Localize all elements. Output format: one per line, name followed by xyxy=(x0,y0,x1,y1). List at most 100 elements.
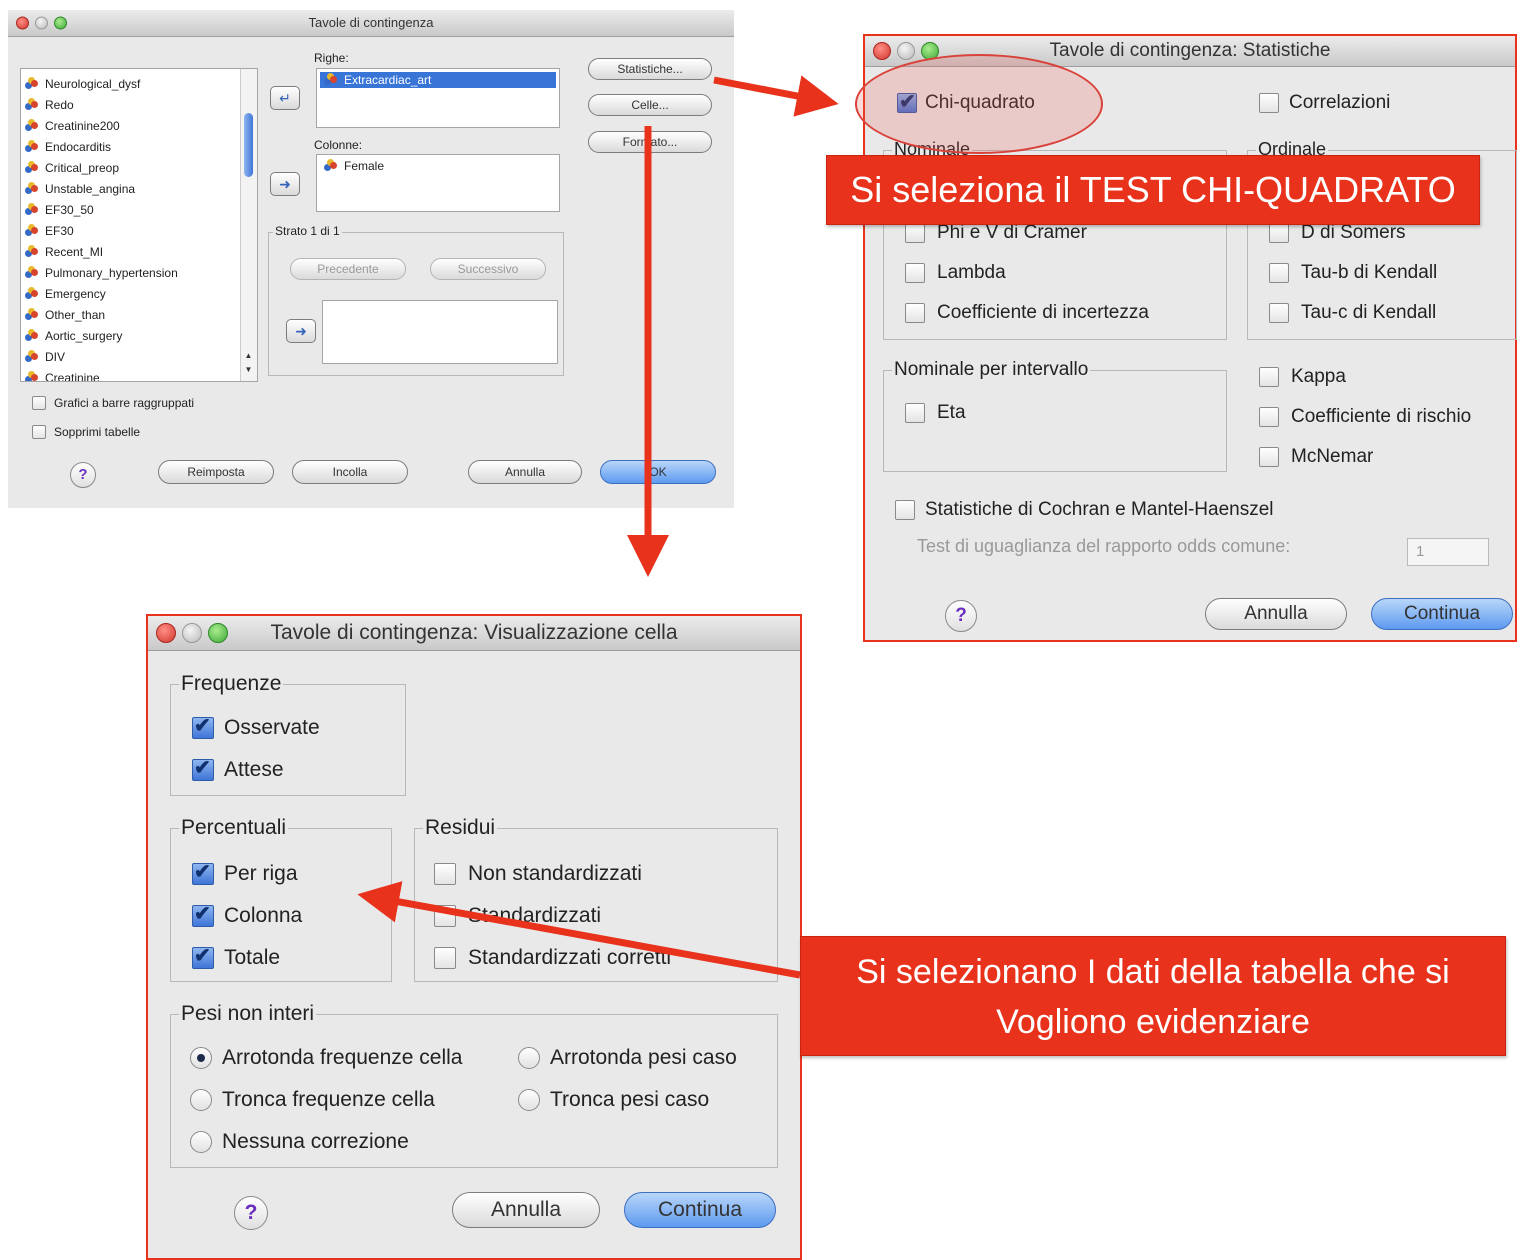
round-case-option[interactable]: Arrotonda pesi caso xyxy=(518,1046,737,1070)
round-case-radio[interactable] xyxy=(518,1047,540,1069)
mcnemar-option[interactable]: McNemar xyxy=(1259,446,1373,468)
row-pct-option[interactable]: Per riga xyxy=(192,859,298,886)
close-light-icon[interactable] xyxy=(16,16,29,30)
eta-option[interactable]: Eta xyxy=(905,402,966,424)
layer-box[interactable] xyxy=(322,300,558,364)
format-button[interactable]: Formato... xyxy=(588,131,712,153)
cancel-button[interactable]: Annulla xyxy=(468,460,582,484)
lambda-option[interactable]: Lambda xyxy=(905,262,1006,284)
adj-standardized-option[interactable]: Standardizzati corretti xyxy=(434,946,671,970)
minimize-light-icon[interactable] xyxy=(182,623,202,643)
risk-checkbox[interactable] xyxy=(1259,407,1279,427)
continue-button[interactable]: Continua xyxy=(624,1192,776,1228)
move-to-rows-button[interactable]: ↵ xyxy=(270,86,300,110)
risk-option[interactable]: Coefficiente di rischio xyxy=(1259,406,1471,428)
scroll-down-icon[interactable]: ▼ xyxy=(243,365,254,377)
variable-list-item[interactable]: Critical_preop xyxy=(25,157,239,178)
kendall-c-checkbox[interactable] xyxy=(1269,303,1289,323)
suppress-tables-option[interactable]: Sopprimi tabelle xyxy=(32,425,140,439)
unstandardized-checkbox[interactable] xyxy=(434,863,456,885)
kendall-b-checkbox[interactable] xyxy=(1269,263,1289,283)
expected-checkbox[interactable] xyxy=(192,755,214,781)
scrollbar-thumb[interactable] xyxy=(244,113,253,177)
round-cell-radio[interactable] xyxy=(190,1047,212,1069)
cancel-button[interactable]: Annulla xyxy=(1205,598,1347,630)
no-adjust-option[interactable]: Nessuna correzione xyxy=(190,1130,409,1154)
columns-box[interactable]: Female xyxy=(316,154,560,212)
cancel-button[interactable]: Annulla xyxy=(452,1192,600,1228)
somers-option[interactable]: D di Somers xyxy=(1269,222,1406,244)
variable-list-item[interactable]: Emergency xyxy=(25,283,239,304)
variable-list[interactable]: Neurological_dysf Redo Creatinine200 Endoca… xyxy=(20,68,258,382)
variable-list-item[interactable]: EF30 xyxy=(25,220,239,241)
close-light-icon[interactable] xyxy=(156,623,176,643)
zoom-light-icon[interactable] xyxy=(54,16,67,30)
statistics-button[interactable]: Statistiche... xyxy=(588,58,712,80)
phi-cramer-checkbox[interactable] xyxy=(905,223,925,243)
phi-cramer-option[interactable]: Phi e V di Cramer xyxy=(905,222,1087,244)
rows-item[interactable]: Extracardiac_art xyxy=(320,72,556,88)
columns-item[interactable]: Female xyxy=(320,158,556,174)
column-pct-checkbox[interactable] xyxy=(192,901,214,927)
reset-button[interactable]: Reimposta xyxy=(158,460,274,484)
variable-list-item[interactable]: Redo xyxy=(25,94,239,115)
truncate-case-radio[interactable] xyxy=(518,1089,540,1111)
variable-list-item[interactable]: DIV xyxy=(25,346,239,367)
variable-list-item[interactable]: Endocarditis xyxy=(25,136,239,157)
somers-checkbox[interactable] xyxy=(1269,223,1289,243)
zoom-light-icon[interactable] xyxy=(208,623,228,643)
variable-list-item[interactable]: Creatinine xyxy=(25,367,239,381)
cochran-option[interactable]: Statistiche di Cochran e Mantel-Haenszel xyxy=(895,499,1274,521)
observed-checkbox[interactable] xyxy=(192,713,214,739)
move-to-columns-button[interactable]: ➜ xyxy=(270,172,300,196)
minimize-light-icon[interactable] xyxy=(35,16,48,30)
column-pct-option[interactable]: Colonna xyxy=(192,901,302,928)
scroll-up-icon[interactable]: ▲ xyxy=(243,351,254,363)
truncate-cell-radio[interactable] xyxy=(190,1089,212,1111)
variable-list-item[interactable]: Unstable_angina xyxy=(25,178,239,199)
minimize-light-icon[interactable] xyxy=(897,42,915,60)
clustered-bars-option[interactable]: Grafici a barre raggruppati xyxy=(32,396,194,410)
unstandardized-option[interactable]: Non standardizzati xyxy=(434,862,642,886)
uncertainty-option[interactable]: Coefficiente di incertezza xyxy=(905,302,1149,324)
suppress-tables-checkbox[interactable] xyxy=(32,425,46,439)
variable-list-item[interactable]: EF30_50 xyxy=(25,199,239,220)
kendall-c-option[interactable]: Tau-c di Kendall xyxy=(1269,302,1436,324)
cochran-checkbox[interactable] xyxy=(895,500,915,520)
rows-box[interactable]: Extracardiac_art xyxy=(316,68,560,128)
ok-button[interactable]: OK xyxy=(600,460,716,484)
help-button[interactable]: ? xyxy=(945,600,977,632)
kendall-b-option[interactable]: Tau-b di Kendall xyxy=(1269,262,1437,284)
variable-list-item[interactable]: Neurological_dysf xyxy=(25,73,239,94)
total-pct-option[interactable]: Totale xyxy=(192,943,280,970)
standardized-checkbox[interactable] xyxy=(434,905,456,927)
truncate-cell-option[interactable]: Tronca frequenze cella xyxy=(190,1088,435,1112)
help-button[interactable]: ? xyxy=(70,462,96,488)
variable-list-item[interactable]: Aortic_surgery xyxy=(25,325,239,346)
variable-list-item[interactable]: Recent_MI xyxy=(25,241,239,262)
continue-button[interactable]: Continua xyxy=(1371,598,1513,630)
observed-option[interactable]: Osservate xyxy=(192,713,320,740)
kappa-option[interactable]: Kappa xyxy=(1259,366,1346,388)
cells-button[interactable]: Celle... xyxy=(588,94,712,116)
variable-list-item[interactable]: Pulmonary_hypertension xyxy=(25,262,239,283)
clustered-bars-checkbox[interactable] xyxy=(32,396,46,410)
round-cell-option[interactable]: Arrotonda frequenze cella xyxy=(190,1046,463,1070)
correlations-checkbox[interactable] xyxy=(1259,93,1279,113)
close-light-icon[interactable] xyxy=(873,42,891,60)
eta-checkbox[interactable] xyxy=(905,403,925,423)
no-adjust-radio[interactable] xyxy=(190,1131,212,1153)
standardized-option[interactable]: Standardizzati xyxy=(434,904,601,928)
lambda-checkbox[interactable] xyxy=(905,263,925,283)
paste-button[interactable]: Incolla xyxy=(292,460,408,484)
variable-list-item[interactable]: Creatinine200 xyxy=(25,115,239,136)
row-pct-checkbox[interactable] xyxy=(192,859,214,885)
help-button[interactable]: ? xyxy=(234,1196,268,1230)
uncertainty-checkbox[interactable] xyxy=(905,303,925,323)
adj-standardized-checkbox[interactable] xyxy=(434,947,456,969)
variable-list-item[interactable]: Other_than xyxy=(25,304,239,325)
mcnemar-checkbox[interactable] xyxy=(1259,447,1279,467)
variable-list-scrollbar[interactable]: ▲ ▼ xyxy=(240,69,257,381)
correlations-option[interactable]: Correlazioni xyxy=(1259,92,1390,114)
truncate-case-option[interactable]: Tronca pesi caso xyxy=(518,1088,709,1112)
